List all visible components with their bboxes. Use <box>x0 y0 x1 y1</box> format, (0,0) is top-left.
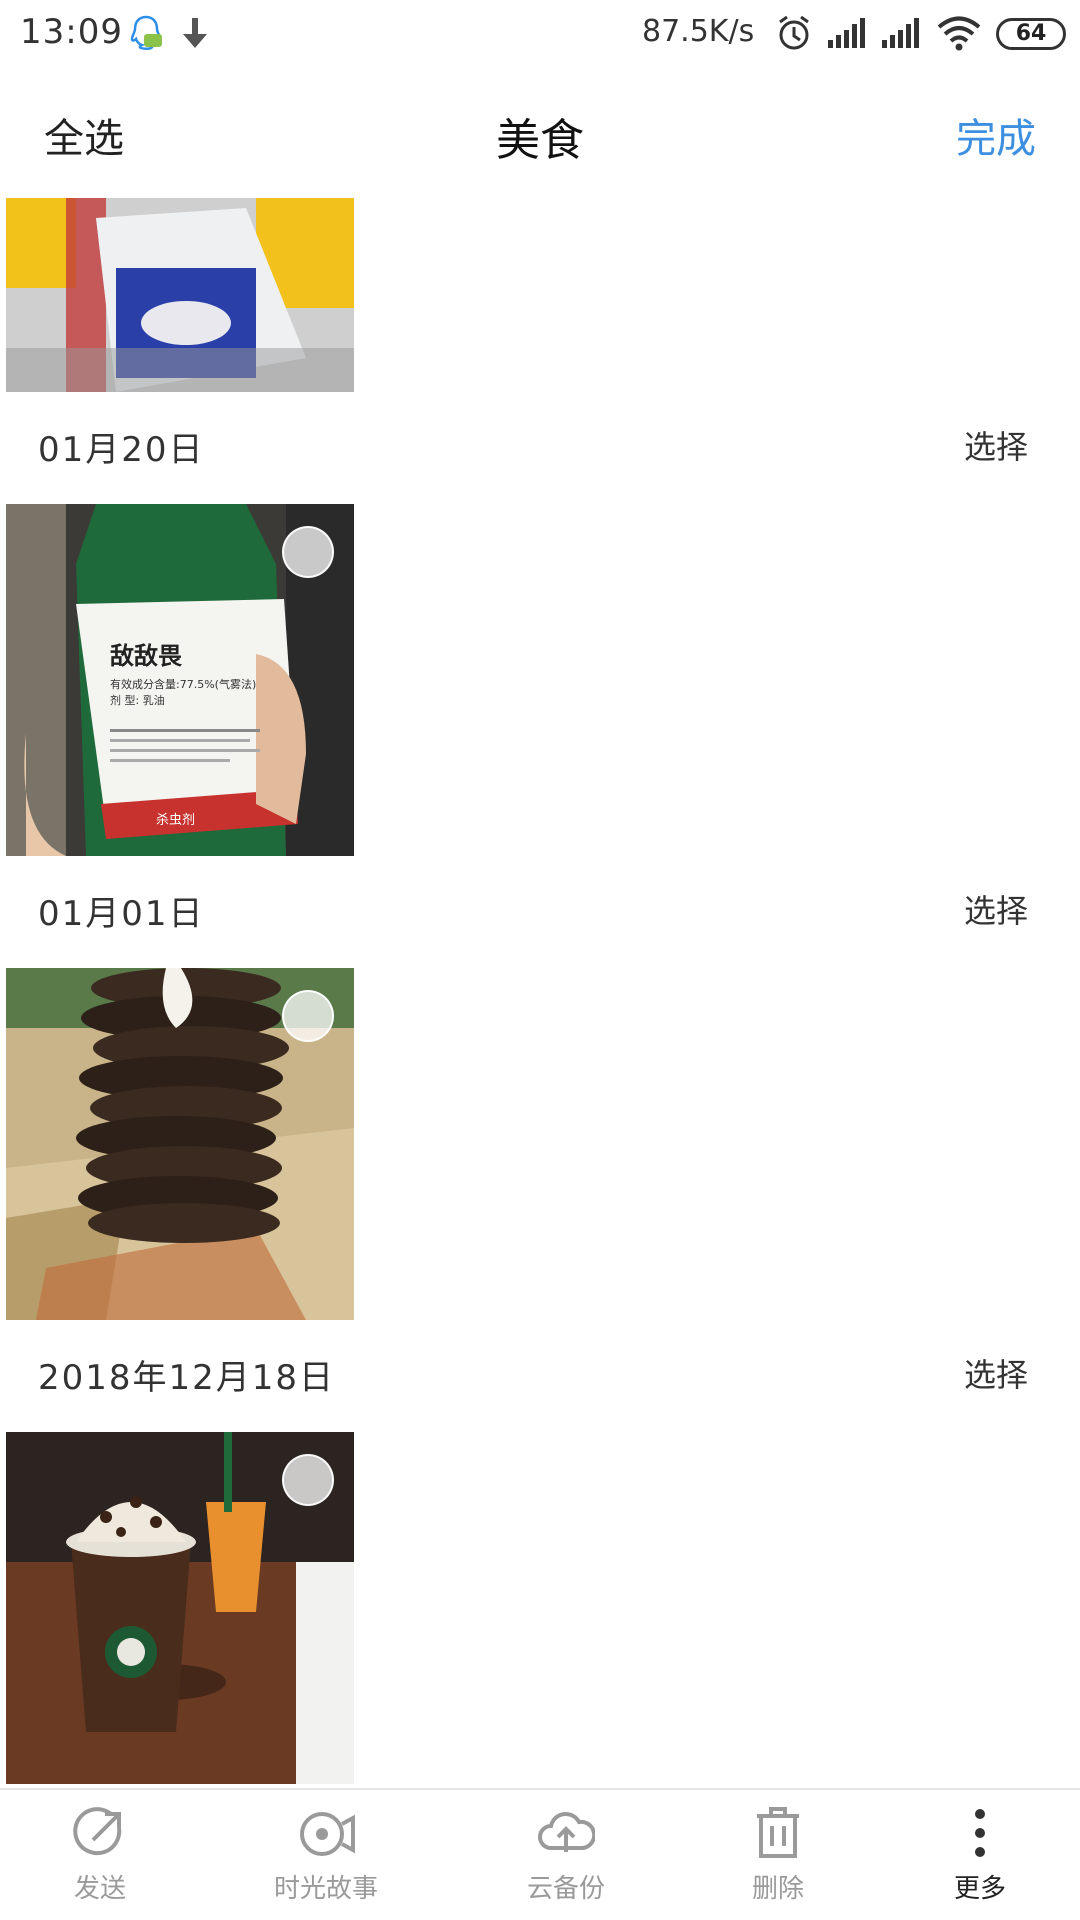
battery-indicator: 64 <box>996 18 1066 50</box>
photo-list[interactable]: 01月20日 选择 敌敌畏 有效成分含量:77.5%(气雾法) 剂 型: 乳油 … <box>0 196 1080 1788</box>
top-bar: 全选 美食 完成 <box>0 66 1080 196</box>
group-date: 2018年12月18日 <box>38 1358 336 1398</box>
network-speed: 87.5K/s <box>642 14 755 49</box>
status-bar: 13:09 87.5K/s 64 <box>0 0 1080 66</box>
signal-icon <box>828 18 865 48</box>
photo-thumbnail[interactable] <box>6 1432 354 1784</box>
photo-thumbnail[interactable] <box>6 968 354 1320</box>
bottle-title: 敌敌畏 <box>110 642 183 670</box>
alarm-icon <box>779 15 809 50</box>
done-button[interactable]: 完成 <box>956 106 1036 164</box>
group-date: 01月01日 <box>38 894 205 934</box>
delete-button[interactable]: 删除 <box>678 1804 878 1905</box>
video-story-icon <box>300 1812 355 1856</box>
download-icon <box>183 18 207 48</box>
send-button[interactable]: 发送 <box>0 1804 200 1905</box>
share-icon <box>73 1807 122 1856</box>
page-title: 美食 <box>496 115 584 166</box>
more-button[interactable]: 更多 <box>880 1804 1080 1905</box>
shopping-bag-photo <box>6 198 354 392</box>
select-radio[interactable] <box>282 526 334 578</box>
bottle-footer: 杀虫剂 <box>156 813 195 828</box>
bottle-line-1: 有效成分含量:77.5%(气雾法) <box>110 677 256 691</box>
group-select-button[interactable]: 选择 <box>964 886 1028 932</box>
select-radio[interactable] <box>282 1454 334 1506</box>
photo-thumbnail[interactable] <box>6 198 354 392</box>
signal-icon <box>882 18 919 48</box>
wifi-icon <box>937 16 981 51</box>
group-select-button[interactable]: 选择 <box>964 1350 1028 1396</box>
more-vertical-icon <box>975 1809 985 1857</box>
bottle-line-2: 剂 型: 乳油 <box>110 693 165 707</box>
time-story-label: 时光故事 <box>273 1874 378 1904</box>
bottom-toolbar: 发送 时光故事 云备份 删除 更多 <box>0 1788 1080 1920</box>
cloud-backup-label: 云备份 <box>526 1874 605 1904</box>
photo-thumbnail[interactable]: 敌敌畏 有效成分含量:77.5%(气雾法) 剂 型: 乳油 杀虫剂 <box>6 504 354 856</box>
cloud-upload-icon <box>538 1811 595 1852</box>
more-label: 更多 <box>953 1874 1006 1904</box>
time-story-button[interactable]: 时光故事 <box>226 1804 426 1905</box>
status-time: 13:09 <box>20 12 123 52</box>
delete-label: 删除 <box>751 1874 804 1904</box>
select-radio[interactable] <box>282 990 334 1042</box>
send-label: 发送 <box>73 1874 126 1904</box>
cloud-backup-button[interactable]: 云备份 <box>466 1804 666 1905</box>
qq-notification-icon <box>130 15 162 50</box>
group-select-button[interactable]: 选择 <box>964 422 1028 468</box>
group-date: 01月20日 <box>38 430 205 470</box>
trash-icon <box>757 1807 799 1858</box>
